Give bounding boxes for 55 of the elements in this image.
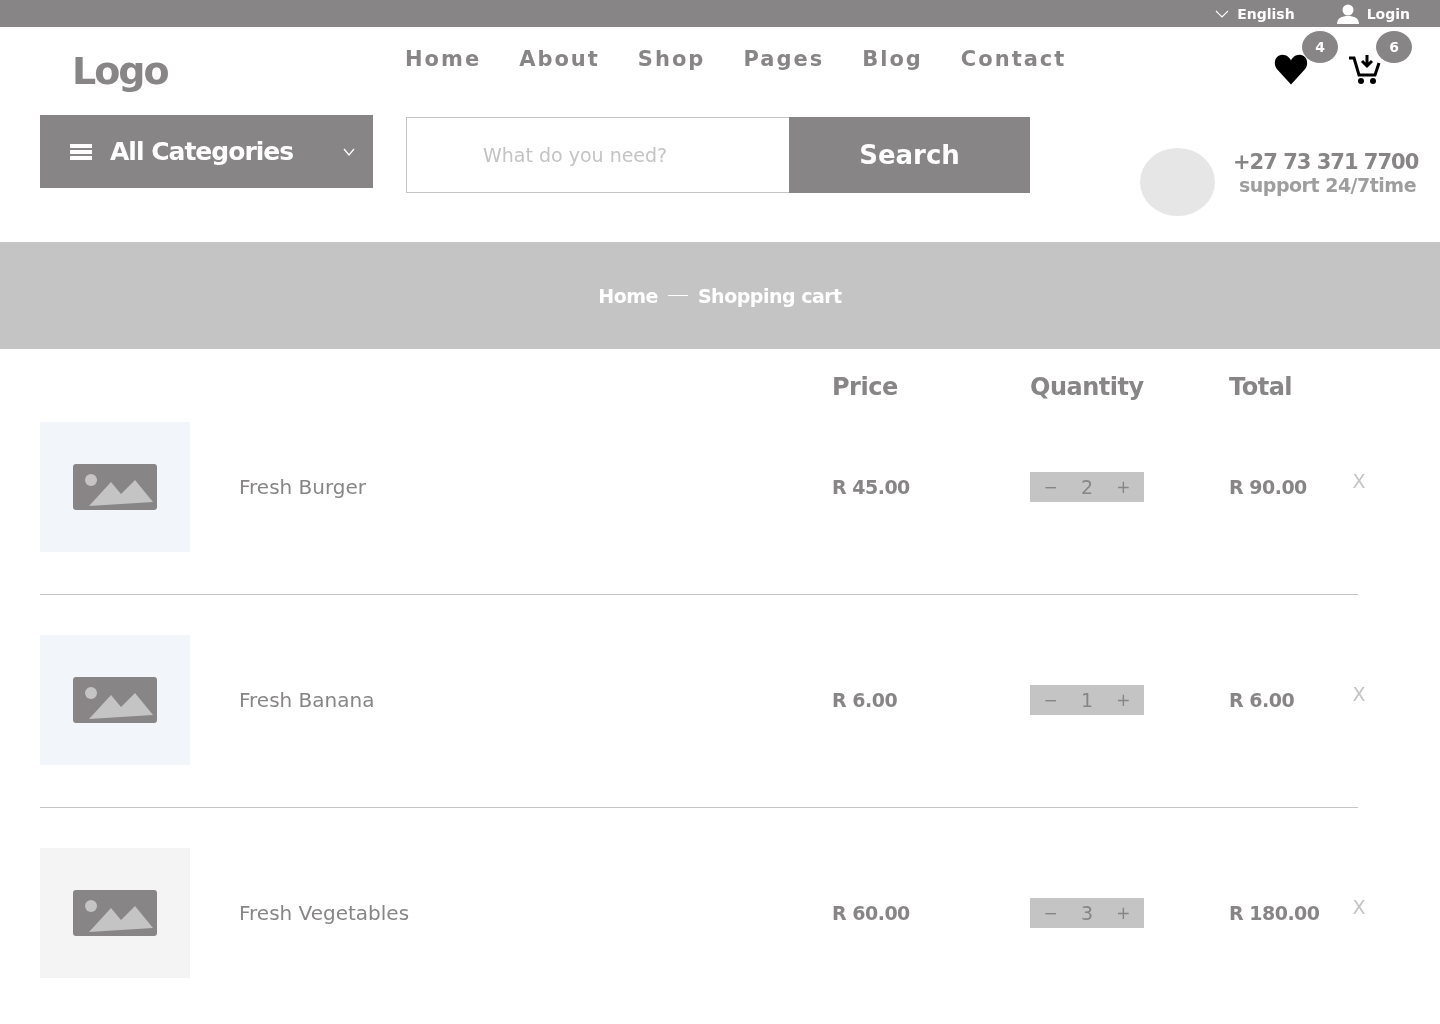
decrease-button[interactable]: − xyxy=(1039,477,1062,497)
column-header: Quantity xyxy=(1030,373,1145,403)
cart-count-badge: 6 xyxy=(1376,31,1412,63)
image-icon xyxy=(73,890,157,936)
categories-dropdown[interactable]: All Categories xyxy=(40,115,373,188)
product-total: R 6.00 xyxy=(1229,689,1296,711)
breadcrumb-link[interactable]: Home xyxy=(598,284,658,307)
chevron-down-icon xyxy=(343,147,355,156)
product-price: R 60.00 xyxy=(832,902,911,924)
nav-link[interactable]: About xyxy=(519,47,600,71)
support-note: support 24/7time xyxy=(1239,174,1418,196)
product-name: Fresh Burger xyxy=(239,475,368,499)
heart-icon[interactable] xyxy=(1274,53,1308,85)
remove-button[interactable]: X xyxy=(1349,896,1369,918)
column-header: Price xyxy=(832,373,899,403)
phone-number: +27 73 371 7700 xyxy=(1233,150,1419,174)
nav-link[interactable]: Home xyxy=(405,47,482,71)
product-total: R 90.00 xyxy=(1229,476,1308,498)
decrease-button[interactable]: − xyxy=(1039,690,1062,710)
increase-button[interactable]: + xyxy=(1112,690,1135,710)
increase-button[interactable]: + xyxy=(1112,477,1135,497)
quantity-stepper[interactable]: − 1 + xyxy=(1030,685,1144,715)
quantity-value: 1 xyxy=(1080,689,1094,711)
nav-link[interactable]: Shop xyxy=(637,47,706,71)
quantity-value: 2 xyxy=(1080,476,1094,498)
quantity-stepper[interactable]: − 3 + xyxy=(1030,898,1144,928)
logo[interactable]: Logo xyxy=(72,49,372,93)
remove-button[interactable]: X xyxy=(1349,683,1369,705)
search-field[interactable]: What do you need? xyxy=(406,117,789,193)
nav-link[interactable]: Contact xyxy=(960,47,1067,71)
quantity-stepper[interactable]: − 2 + xyxy=(1030,472,1144,502)
product-total: R 180.00 xyxy=(1229,902,1321,924)
menu-icon xyxy=(70,143,92,160)
increase-button[interactable]: + xyxy=(1112,903,1135,923)
user-icon xyxy=(1336,3,1359,24)
image-icon xyxy=(73,464,157,510)
breadcrumb-link[interactable]: Shopping cart xyxy=(697,284,842,307)
product-name: Fresh Vegetables xyxy=(239,901,411,925)
nav-link[interactable]: Pages xyxy=(743,47,825,71)
search-button[interactable]: Search xyxy=(789,117,1030,193)
wishlist-count-badge: 4 xyxy=(1302,31,1338,63)
remove-button[interactable]: X xyxy=(1349,470,1369,492)
nav-link[interactable]: Blog xyxy=(862,47,923,71)
quantity-value: 3 xyxy=(1080,902,1094,924)
column-header: Total xyxy=(1229,373,1294,403)
product-price: R 6.00 xyxy=(832,689,899,711)
decrease-button[interactable]: − xyxy=(1039,903,1062,923)
product-name: Fresh Banana xyxy=(239,688,376,712)
cart-icon[interactable] xyxy=(1348,53,1382,85)
login-link[interactable]: Login xyxy=(1336,3,1410,24)
image-icon xyxy=(73,677,157,723)
language-selector[interactable]: English xyxy=(1215,5,1295,22)
chevron-down-icon xyxy=(1215,9,1230,18)
breadcrumb-separator xyxy=(667,295,688,296)
product-price: R 45.00 xyxy=(832,476,911,498)
